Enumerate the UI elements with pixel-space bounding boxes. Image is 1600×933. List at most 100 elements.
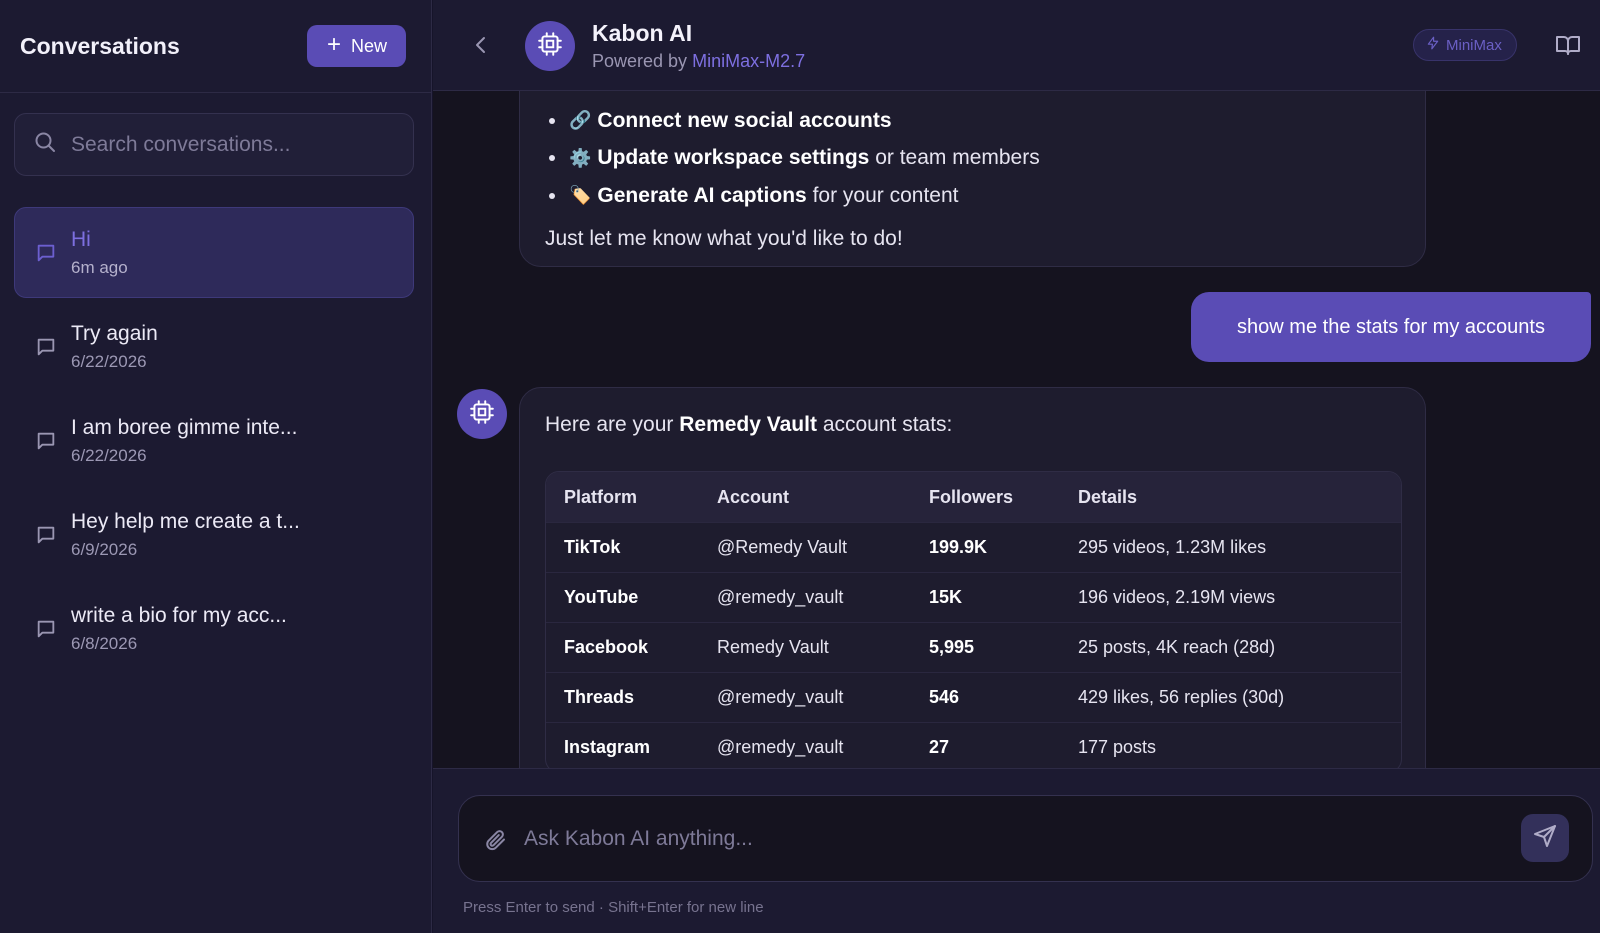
conversation-date: 6/22/2026 [71, 351, 147, 371]
table-row: Facebook Remedy Vault 5,995 25 posts, 4K… [546, 622, 1401, 672]
account-cell: @Remedy Vault [699, 522, 911, 572]
chat-bubble-icon [35, 430, 57, 452]
account-cell: @remedy_vault [699, 672, 911, 722]
composer-hint: Press Enter to send · Shift+Enter for ne… [463, 899, 764, 916]
bullet-text: for your content [812, 183, 959, 207]
column-header: Followers [911, 472, 1060, 522]
bullet-bold-text: Connect new social accounts [597, 108, 892, 132]
conversation-date: 6/8/2026 [71, 633, 138, 653]
details-cell: 25 posts, 4K reach (28d) [1060, 622, 1401, 672]
conversation-title: Try again [71, 321, 158, 345]
gear-icon: ⚙️ [569, 147, 592, 168]
intro-text: Here are your [545, 413, 674, 436]
conversation-title: write a bio for my acc... [71, 603, 287, 627]
conversation-date: 6/22/2026 [71, 445, 147, 465]
cpu-chip-icon [469, 399, 495, 430]
model-name: MiniMax-M2.7 [692, 51, 806, 71]
bullet-bold-text: Generate AI captions [597, 183, 807, 207]
conversation-item[interactable]: Hey help me create a t... 6/9/2026 [14, 489, 414, 580]
bullet-text: or team members [875, 146, 1040, 170]
stats-table: Platform Account Followers Details TikTo… [545, 471, 1402, 768]
model-badge-label: MiniMax [1446, 36, 1502, 54]
back-chevron-icon[interactable] [471, 33, 491, 57]
powered-by-prefix: Powered by [592, 51, 688, 71]
account-name: Remedy Vault [679, 413, 817, 436]
platform-cell: Facebook [546, 622, 699, 672]
column-header: Account [699, 472, 911, 522]
table-header-row: Platform Account Followers Details [546, 472, 1401, 522]
plus-icon: + [326, 31, 341, 58]
list-item: 🏷️ Generate AI captions for your content [545, 177, 1400, 215]
platform-cell: Threads [546, 672, 699, 722]
composer-area: Press Enter to send · Shift+Enter for ne… [433, 768, 1600, 933]
followers-cell: 27 [911, 722, 1060, 768]
chat-bubble-icon [35, 242, 57, 264]
conversation-title: I am boree gimme inte... [71, 415, 298, 439]
chat-main: Kabon AI Powered by MiniMax-M2.7 MiniMax… [433, 0, 1600, 933]
action-list: 🔗 Connect new social accounts ⚙️ Update … [545, 102, 1400, 215]
conversation-title: Hi [71, 227, 91, 251]
platform-cell: Instagram [546, 722, 699, 768]
conversation-item[interactable]: Hi 6m ago [14, 207, 414, 298]
details-cell: 429 likes, 56 replies (30d) [1060, 672, 1401, 722]
assistant-message: Here are your Remedy Vault account stats… [519, 387, 1426, 768]
table-row: YouTube @remedy_vault 15K 196 videos, 2.… [546, 572, 1401, 622]
bullet-bold-text: Update workspace settings [597, 146, 870, 170]
account-cell: @remedy_vault [699, 722, 911, 768]
assistant-message: 🔗 Connect new social accounts ⚙️ Update … [519, 91, 1426, 267]
message-list: 🔗 Connect new social accounts ⚙️ Update … [433, 91, 1600, 768]
header-titles: Kabon AI Powered by MiniMax-M2.7 [592, 20, 805, 72]
conversation-title: Hey help me create a t... [71, 509, 300, 533]
powered-by: Powered by MiniMax-M2.7 [592, 51, 805, 72]
followers-cell: 546 [911, 672, 1060, 722]
platform-cell: TikTok [546, 522, 699, 572]
account-cell: Remedy Vault [699, 622, 911, 672]
search-box [14, 113, 414, 176]
followers-cell: 5,995 [911, 622, 1060, 672]
link-icon: 🔗 [569, 110, 592, 131]
new-button-label: New [350, 35, 387, 56]
conversation-item[interactable]: Try again 6/22/2026 [14, 301, 414, 392]
table-row: TikTok @Remedy Vault 199.9K 295 videos, … [546, 522, 1401, 572]
user-message: show me the stats for my accounts [1191, 292, 1591, 362]
column-header: Platform [546, 472, 699, 522]
chat-bubble-icon [35, 618, 57, 640]
cpu-chip-icon [537, 31, 563, 62]
paperclip-icon[interactable] [484, 826, 508, 854]
app-title: Kabon AI [592, 20, 693, 46]
conversation-item[interactable]: I am boree gimme inte... 6/22/2026 [14, 395, 414, 486]
composer [458, 795, 1593, 882]
new-conversation-button[interactable]: + New [306, 25, 406, 67]
account-cell: @remedy_vault [699, 572, 911, 622]
table-row: Instagram @remedy_vault 27 177 posts [546, 722, 1401, 768]
book-open-icon[interactable] [1555, 33, 1581, 57]
followers-cell: 199.9K [911, 522, 1060, 572]
send-button[interactable] [1521, 814, 1569, 862]
table-row: Threads @remedy_vault 546 429 likes, 56 … [546, 672, 1401, 722]
lightning-icon [1426, 36, 1440, 54]
model-badge[interactable]: MiniMax [1413, 29, 1517, 61]
list-item: 🔗 Connect new social accounts [545, 102, 1400, 140]
details-cell: 177 posts [1060, 722, 1401, 768]
bot-avatar [457, 389, 507, 439]
chat-header: Kabon AI Powered by MiniMax-M2.7 MiniMax [433, 0, 1600, 91]
message-text: Just let me know what you'd like to do! [545, 226, 903, 250]
conversation-item[interactable]: write a bio for my acc... 6/8/2026 [14, 583, 414, 674]
details-cell: 295 videos, 1.23M likes [1060, 522, 1401, 572]
platform-cell: YouTube [546, 572, 699, 622]
followers-cell: 15K [911, 572, 1060, 622]
message-input[interactable] [524, 821, 1484, 857]
search-icon [33, 130, 57, 159]
tag-icon: 🏷️ [569, 185, 592, 206]
chat-bubble-icon [35, 524, 57, 546]
sidebar-header: Conversations + New [0, 0, 431, 93]
column-header: Details [1060, 472, 1401, 522]
list-item: ⚙️ Update workspace settings or team mem… [545, 140, 1400, 178]
message-text: Here are your Remedy Vault account stats… [545, 413, 1400, 437]
details-cell: 196 videos, 2.19M views [1060, 572, 1401, 622]
conversation-list: Hi 6m ago Try again 6/22/2026 I am boree… [14, 207, 414, 677]
search-input[interactable] [71, 132, 391, 157]
intro-text: account stats: [822, 413, 953, 436]
conversation-date: 6m ago [71, 257, 128, 277]
sidebar: Conversations + New Hi 6m ago Try ag [0, 0, 432, 933]
